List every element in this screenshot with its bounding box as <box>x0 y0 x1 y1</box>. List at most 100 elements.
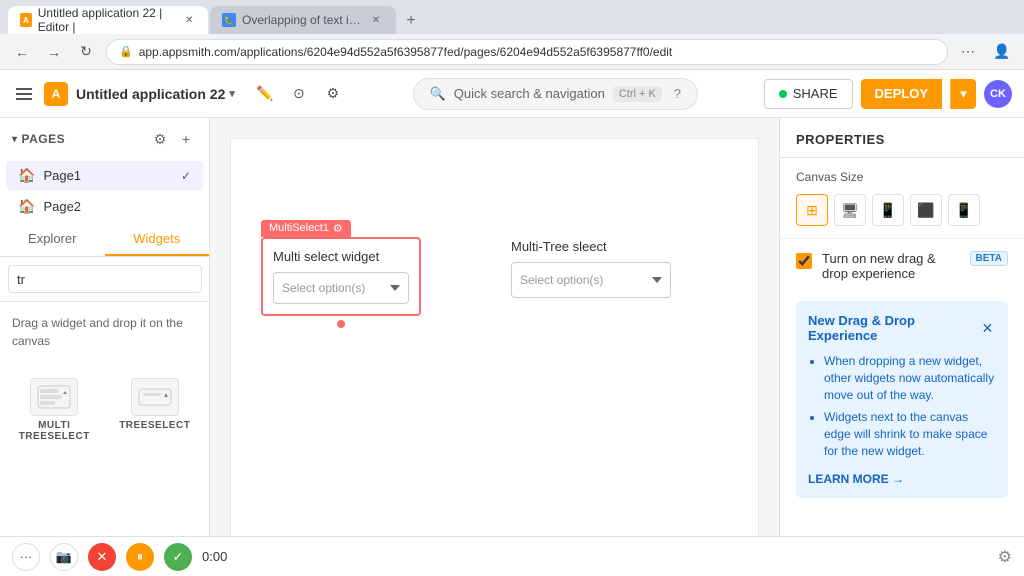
search-icon: 🔍 <box>430 86 446 102</box>
tree-select-dropdown[interactable]: Select option(s) <box>511 262 671 298</box>
properties-panel-title: PROPERTIES <box>780 118 1024 158</box>
tab-widgets[interactable]: Widgets <box>105 222 210 256</box>
app-title: Untitled application 22 ▾ <box>76 86 235 102</box>
lock-icon: 🔒 <box>119 45 133 58</box>
pause-button[interactable]: ⏸ <box>126 543 154 571</box>
search-text: Quick search & navigation <box>454 86 605 101</box>
browser-nav-controls: ← → ↻ <box>8 38 100 66</box>
device-mobile-button[interactable]: 📱 <box>948 194 980 226</box>
sidebar-item-page1[interactable]: 🏠 Page1 ✓ <box>6 161 203 190</box>
widget-resize-handle[interactable] <box>337 320 345 328</box>
header-right: SHARE DEPLOY ▾ CK <box>764 79 1012 109</box>
page1-icon: 🏠 <box>18 167 35 184</box>
pages-header-actions: ⚙ + <box>149 128 197 150</box>
url-text: app.appsmith.com/applications/6204e94d55… <box>139 45 673 59</box>
profile-button[interactable]: 👤 <box>988 38 1016 66</box>
app-body: ▾ PAGES ⚙ + 🏠 Page1 ✓ 🏠 Page2 Explorer <box>0 118 1024 576</box>
quick-search-button[interactable]: 🔍 Quick search & navigation Ctrl + K ? <box>413 78 698 110</box>
multi-treeselect-icon <box>30 378 78 416</box>
back-button[interactable]: ← <box>8 38 36 66</box>
pages-label-text: PAGES <box>22 132 66 146</box>
drag-hint-text: Drag a widget and drop it on the canvas <box>12 316 183 348</box>
tree-select-title: Multi-Tree sleect <box>511 239 671 254</box>
extensions-button[interactable]: ⋯ <box>954 38 982 66</box>
multi-select-widget[interactable]: Multi select widget Select option(s) <box>261 237 421 316</box>
device-tablet-landscape-button[interactable]: ⬛ <box>910 194 942 226</box>
canvas-background[interactable]: MultiSelect1 ⚙ Multi select widget Selec… <box>230 138 759 538</box>
learn-more-link[interactable]: LEARN MORE → <box>808 472 904 486</box>
sidebar-pages-header: ▾ PAGES ⚙ + <box>0 118 209 160</box>
app-title-dropdown-icon[interactable]: ▾ <box>229 87 235 100</box>
tab-close-issue[interactable]: ✕ <box>368 12 384 28</box>
drag-drop-label: Turn on new drag & drop experience <box>822 251 936 281</box>
settings-toolbar-button[interactable]: ⚙ <box>319 80 347 108</box>
status-dot <box>779 90 787 98</box>
widget-item-multi-treeselect[interactable]: MULTI TREESELECT <box>8 370 101 450</box>
multi-select-dropdown[interactable]: Select option(s) <box>273 272 409 304</box>
more-options-button[interactable]: ··· <box>12 543 40 571</box>
info-box-header: New Drag & Drop Experience ✕ <box>808 313 996 343</box>
help-question-icon: ? <box>674 86 681 101</box>
share-button[interactable]: SHARE <box>764 79 853 109</box>
info-bullet-2: Widgets next to the canvas edge will shr… <box>824 409 996 459</box>
hamburger-line-2 <box>16 93 32 95</box>
widget-settings-gear-icon[interactable]: ⚙ <box>333 222 343 235</box>
canvas-area[interactable]: MultiSelect1 ⚙ Multi select widget Selec… <box>210 118 779 576</box>
stop-button[interactable]: ✕ <box>88 543 116 571</box>
refresh-button[interactable]: ↻ <box>72 38 100 66</box>
bottom-right: ⚙ <box>998 547 1012 567</box>
hamburger-menu[interactable] <box>12 84 36 104</box>
device-tablet-button[interactable]: 📱 <box>872 194 904 226</box>
tree-select-widget-container: Multi-Tree sleect Select option(s) <box>511 239 671 298</box>
device-desktop-button[interactable]: 🖥 <box>834 194 866 226</box>
drag-drop-info-box: New Drag & Drop Experience ✕ When droppi… <box>796 301 1008 498</box>
camera-button[interactable]: 📷 <box>50 543 78 571</box>
hamburger-line-1 <box>16 88 32 90</box>
widget-search-box: ✕ <box>0 257 209 302</box>
page2-label: Page2 <box>43 199 81 214</box>
device-size-options: ⊞ 🖥 📱 ⬛ 📱 <box>796 194 1008 226</box>
url-bar[interactable]: 🔒 app.appsmith.com/applications/6204e94d… <box>106 39 948 65</box>
tab-favicon-editor: A <box>20 13 32 27</box>
user-avatar[interactable]: CK <box>984 80 1012 108</box>
edit-mode-button[interactable]: ✏️ <box>251 80 279 108</box>
pages-chevron-icon: ▾ <box>12 134 18 145</box>
page1-label: Page1 <box>43 168 81 183</box>
drag-drop-label-wrapper: Turn on new drag & drop experience <box>822 251 960 281</box>
pages-section-label: ▾ PAGES <box>12 132 65 146</box>
sidebar-item-page2[interactable]: 🏠 Page2 <box>6 192 203 221</box>
bottom-settings-icon[interactable]: ⚙ <box>998 549 1012 566</box>
search-bar-container: 🔍 Quick search & navigation Ctrl + K ? <box>357 78 754 110</box>
header-toolbar: ✏️ ⊙ ⚙ <box>251 80 347 108</box>
page1-active-check: ✓ <box>181 169 191 183</box>
widget-search-input[interactable] <box>8 265 202 293</box>
learn-more-text: LEARN MORE → <box>808 472 904 486</box>
info-bullet-1: When dropping a new widget, other widget… <box>824 353 996 403</box>
deploy-dropdown-button[interactable]: ▾ <box>950 79 976 109</box>
device-custom-button[interactable]: ⊞ <box>796 194 828 226</box>
confirm-button[interactable]: ✓ <box>164 543 192 571</box>
new-tab-button[interactable]: + <box>398 8 424 34</box>
tab-issue-label: Overlapping of text in Tree selec... <box>242 13 362 27</box>
info-box-title: New Drag & Drop Experience <box>808 313 979 343</box>
info-box-close-button[interactable]: ✕ <box>979 319 996 337</box>
treeselect-icon <box>131 378 179 416</box>
hamburger-line-3 <box>16 98 32 100</box>
add-page-button[interactable]: + <box>175 128 197 150</box>
search-shortcut: Ctrl + K <box>613 86 662 102</box>
drag-drop-checkbox[interactable] <box>796 253 812 269</box>
deploy-button[interactable]: DEPLOY <box>861 79 942 109</box>
tab-close-editor[interactable]: ✕ <box>183 12 196 28</box>
share-label: SHARE <box>793 86 838 101</box>
timer-display: 0:00 <box>202 549 227 564</box>
tab-editor[interactable]: A Untitled application 22 | Editor | ✕ <box>8 6 208 34</box>
sidebar-tabs: Explorer Widgets <box>0 222 209 257</box>
preview-button[interactable]: ⊙ <box>285 80 313 108</box>
tab-explorer[interactable]: Explorer <box>0 222 105 256</box>
page-settings-button[interactable]: ⚙ <box>149 128 171 150</box>
widget-item-treeselect[interactable]: TREESELECT <box>109 370 202 450</box>
multi-select-title: Multi select widget <box>273 249 409 264</box>
tab-issue[interactable]: 🐛 Overlapping of text in Tree selec... ✕ <box>210 6 396 34</box>
drag-drop-section: Turn on new drag & drop experience BETA <box>780 239 1024 293</box>
forward-button[interactable]: → <box>40 38 68 66</box>
